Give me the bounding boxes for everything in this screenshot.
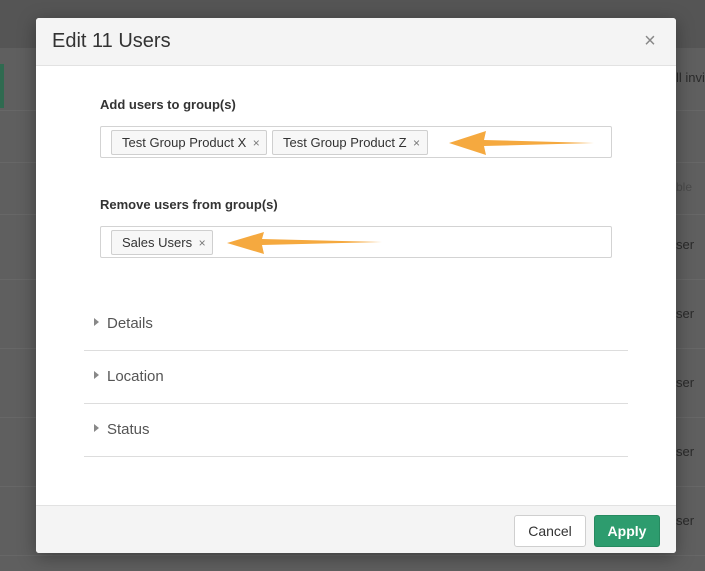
cancel-button[interactable]: Cancel [514,515,586,547]
background-row-text: ser [676,513,695,528]
group-tag: Test Group Product Z × [272,130,428,155]
dialog-title: Edit 11 Users [52,30,171,52]
background-green-button [0,64,4,108]
caret-right-icon [94,318,99,326]
background-invite-text: ll invi [676,70,705,85]
remove-groups-label: Remove users from group(s) [100,197,278,212]
group-tag-label: Sales Users [122,235,193,250]
remove-tag-icon[interactable]: × [246,132,266,155]
caret-right-icon [94,371,99,379]
dialog-footer: Cancel Apply [36,505,676,553]
arrow-annotation [449,131,594,155]
remove-tag-icon[interactable]: × [407,132,427,155]
caret-right-icon [94,424,99,432]
background-row-text: ser [676,237,695,252]
arrow-annotation [227,232,382,254]
remove-tag-icon[interactable]: × [192,232,212,255]
group-tag: Test Group Product X × [111,130,268,155]
group-tag-label: Test Group Product Z [283,135,407,150]
section-label: Location [107,368,164,385]
background-column-header: ble [676,180,693,194]
group-tag-label: Test Group Product X [122,135,247,150]
edit-users-dialog: Edit 11 Users × Add users to group(s) Te… [36,18,676,553]
apply-button[interactable]: Apply [594,515,660,547]
background-divider [0,555,705,556]
add-groups-label: Add users to group(s) [100,97,236,112]
section-details[interactable]: Details [84,298,628,351]
group-tag: Sales Users × [111,230,214,255]
background-row-text: ser [676,444,695,459]
background-row-text: ser [676,306,695,321]
section-location[interactable]: Location [84,351,628,404]
section-label: Status [107,421,150,438]
background-row-text: ser [676,375,695,390]
section-label: Details [107,315,153,332]
close-icon[interactable]: × [640,31,660,51]
dialog-header: Edit 11 Users × [36,18,676,66]
section-status[interactable]: Status [84,404,628,457]
